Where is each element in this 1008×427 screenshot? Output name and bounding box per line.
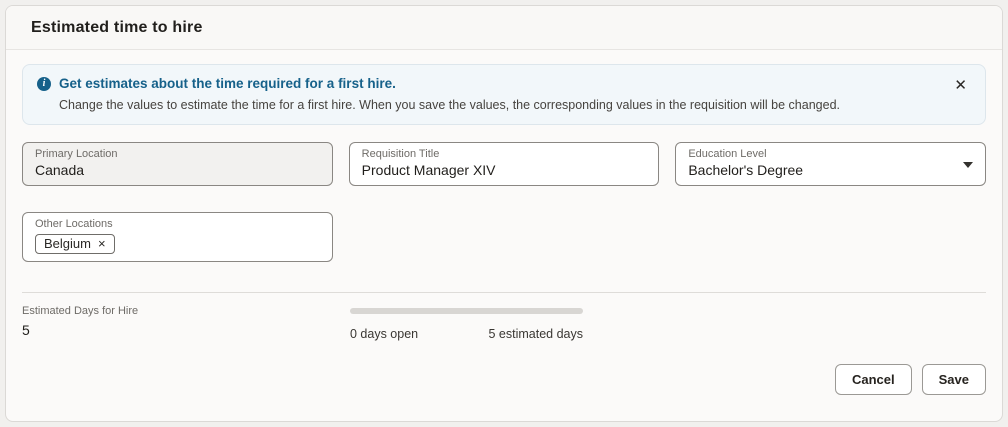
requisition-title-field[interactable]: Requisition Title Product Manager XIV	[348, 142, 660, 187]
location-chip-belgium: Belgium ×	[35, 234, 115, 255]
info-banner: i Get estimates about the time required …	[22, 64, 986, 125]
requisition-title-value[interactable]: Product Manager XIV	[362, 162, 647, 180]
requisition-title-label: Requisition Title	[361, 148, 440, 160]
banner-heading: Get estimates about the time required fo…	[59, 76, 396, 91]
save-button[interactable]: Save	[921, 364, 986, 395]
dialog-header: Estimated time to hire	[6, 6, 1002, 50]
estimate-section: Estimated Days for Hire 5 0 days open 5 …	[22, 304, 986, 356]
progress-bar	[350, 308, 583, 315]
progress-labels: 0 days open 5 estimated days	[350, 327, 583, 341]
other-locations-field[interactable]: Other Locations Belgium ×	[22, 212, 333, 263]
page-background: Estimated time to hire i Get estimates a…	[0, 0, 1008, 427]
estimated-days-caption: 5 estimated days	[488, 327, 584, 342]
section-divider	[22, 292, 986, 294]
education-level-value: Bachelor's Degree	[688, 161, 804, 178]
education-level-label: Education Level	[688, 148, 767, 160]
education-level-dropdown[interactable]: Education Level Bachelor's Degree	[675, 142, 986, 187]
chevron-down-icon[interactable]	[962, 162, 973, 169]
primary-location-value: Canada	[35, 161, 85, 178]
page-title: Estimated time to hire	[31, 18, 203, 36]
other-locations-label: Other Locations	[35, 218, 113, 231]
banner-heading-row: i Get estimates about the time required …	[37, 76, 971, 91]
days-open-label: 0 days open	[350, 327, 419, 342]
close-icon[interactable]: ✕	[952, 76, 969, 95]
primary-location-label: Primary Location	[35, 148, 118, 160]
chip-label: Belgium	[44, 236, 91, 252]
banner-description: Change the values to estimate the time f…	[59, 98, 840, 112]
dialog-actions: Cancel Save	[834, 364, 986, 395]
hire-progress: 0 days open 5 estimated days	[350, 308, 583, 341]
cancel-button[interactable]: Cancel	[834, 364, 912, 395]
form-fields: Primary Location Canada Requisition Titl…	[22, 142, 986, 263]
info-icon: i	[37, 76, 51, 91]
primary-location-field: Primary Location Canada	[22, 142, 333, 187]
estimated-time-to-hire-dialog: Estimated time to hire i Get estimates a…	[5, 5, 1003, 422]
chip-remove-icon[interactable]: ×	[98, 237, 106, 250]
